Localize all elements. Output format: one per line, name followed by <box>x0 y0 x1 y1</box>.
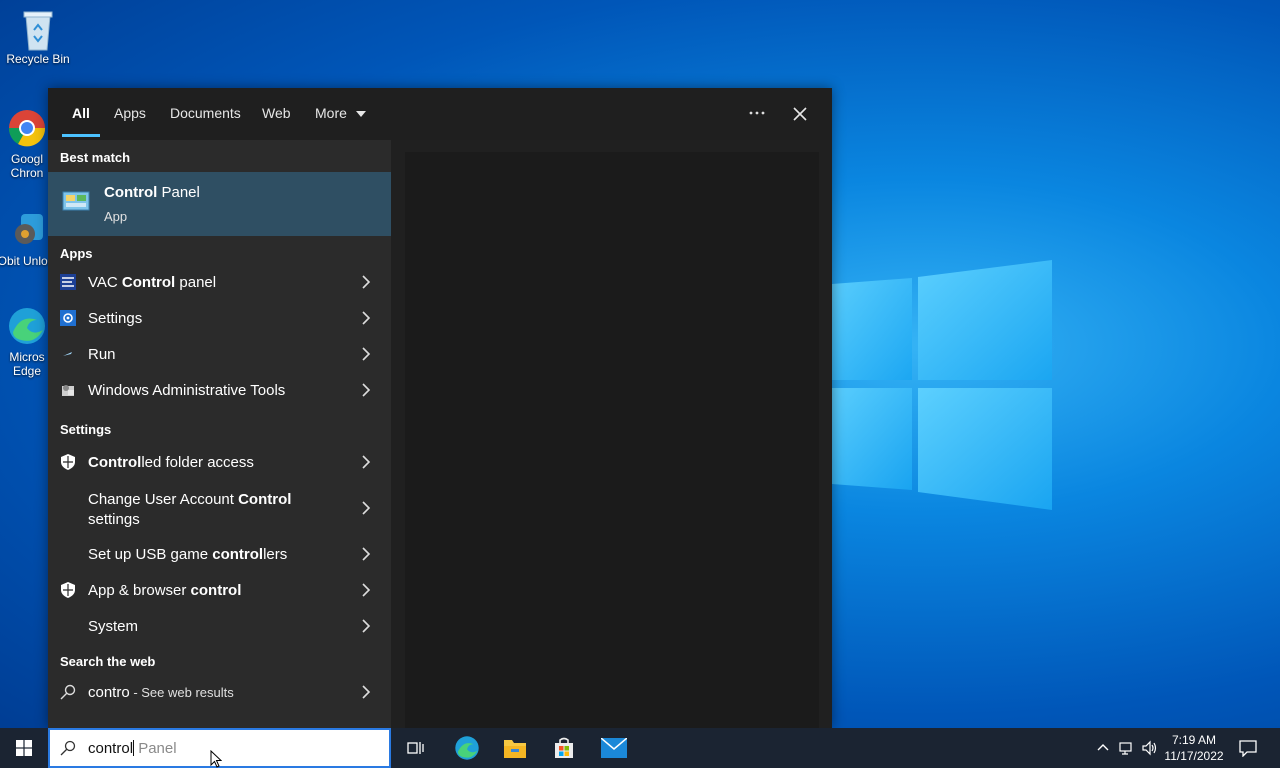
search-input-suggestion: Panel <box>134 740 177 757</box>
result-label: System <box>88 618 139 635</box>
result-windows-admin-tools[interactable]: Windows Administrative Tools <box>48 372 391 408</box>
file-explorer-icon[interactable] <box>503 737 527 759</box>
preview-pane <box>391 140 832 728</box>
windows-wallpaper-logo <box>832 260 1052 510</box>
recycle-bin-icon <box>18 8 58 51</box>
best-match-control-panel[interactable]: Control Panel App <box>48 172 391 236</box>
control-panel-icon <box>62 191 90 211</box>
apps-header: Apps <box>60 246 93 261</box>
tab-more[interactable]: More <box>315 105 366 121</box>
desktop-icon-label: Micros Edge <box>9 350 45 378</box>
more-options-icon[interactable] <box>748 110 766 116</box>
result-label: VAC Control panel <box>88 274 217 291</box>
result-vac-control-panel[interactable]: VAC Control panel <box>48 264 391 300</box>
chevron-right-icon <box>362 501 371 515</box>
result-system[interactable]: System <box>48 608 391 644</box>
result-run[interactable]: Run <box>48 336 391 372</box>
result-app-browser-control[interactable]: App & browser control <box>48 572 391 608</box>
chevron-right-icon <box>362 275 371 289</box>
microsoft-store-icon[interactable] <box>552 736 576 760</box>
result-change-uac-settings[interactable]: Change User Account Control settings <box>48 480 391 536</box>
chrome-icon <box>7 108 47 148</box>
result-label: Change User Account Control settings <box>88 491 292 528</box>
edge-taskbar-icon[interactable] <box>454 735 480 761</box>
system-clock[interactable]: 7:19 AM 11/17/2022 <box>1162 732 1226 764</box>
shield-icon <box>61 454 75 470</box>
search-panel: All Apps Documents Web More Best match C… <box>48 88 832 728</box>
mouse-cursor-icon <box>210 750 222 768</box>
tab-apps[interactable]: Apps <box>114 105 146 121</box>
result-label: Controlled folder access <box>88 454 254 471</box>
search-web-header: Search the web <box>60 654 156 669</box>
volume-icon[interactable] <box>1142 740 1158 756</box>
shield-icon <box>61 582 75 598</box>
vac-icon <box>60 274 76 290</box>
best-match-subtitle: App <box>104 209 128 224</box>
search-input[interactable]: control Panel <box>88 739 177 757</box>
action-center-icon[interactable] <box>1239 739 1257 757</box>
network-icon[interactable] <box>1119 740 1135 756</box>
search-icon <box>60 740 76 756</box>
result-controlled-folder-access[interactable]: Controlled folder access <box>48 444 391 480</box>
results-list: Best match Control Panel App Apps VAC Co… <box>48 140 391 728</box>
settings-header: Settings <box>60 422 112 437</box>
run-icon <box>63 352 72 356</box>
chevron-right-icon <box>362 547 371 561</box>
tab-documents[interactable]: Documents <box>170 105 241 121</box>
tab-all[interactable]: All <box>72 105 90 121</box>
edge-icon <box>7 306 47 346</box>
task-view-icon[interactable] <box>407 739 425 757</box>
best-match-title: Control Panel <box>104 184 200 201</box>
preview-area <box>405 152 819 728</box>
chevron-right-icon <box>362 383 371 397</box>
result-web-search[interactable]: contro - See web results <box>48 674 391 710</box>
search-input-typed: control <box>88 740 134 757</box>
clock-time: 7:19 AM <box>1171 733 1217 747</box>
active-tab-indicator <box>62 134 100 137</box>
search-icon <box>60 684 76 700</box>
taskbar-search-box[interactable]: control Panel <box>48 728 391 768</box>
caret-down-icon <box>355 111 366 117</box>
result-usb-game-controllers[interactable]: Set up USB game controllers <box>48 536 391 572</box>
chevron-right-icon <box>362 583 371 597</box>
tab-more-label: More <box>315 105 347 121</box>
admin-tools-icon <box>62 385 74 396</box>
desktop-icon-recycle-bin[interactable]: Recycle Bin <box>0 8 76 66</box>
result-label: Set up USB game controllers <box>88 546 288 563</box>
chevron-right-icon <box>362 311 371 325</box>
desktop-icon-label: Googl Chron <box>10 152 44 180</box>
chevron-right-icon <box>362 685 371 699</box>
iobit-unlocker-icon <box>7 210 47 250</box>
chevron-right-icon <box>362 347 371 361</box>
gear-icon <box>60 310 76 326</box>
result-settings[interactable]: Settings <box>48 300 391 336</box>
chevron-right-icon <box>362 619 371 633</box>
result-label: App & browser control <box>88 582 242 599</box>
close-icon[interactable] <box>792 106 808 122</box>
search-tabs: All Apps Documents Web More <box>48 88 832 140</box>
result-label: Run <box>88 346 116 363</box>
result-label: Windows Administrative Tools <box>88 382 286 399</box>
desktop-icon-label: Recycle Bin <box>6 52 70 66</box>
chevron-right-icon <box>362 455 371 469</box>
start-windows-icon[interactable] <box>16 740 32 756</box>
best-match-header: Best match <box>60 150 131 165</box>
tab-web[interactable]: Web <box>262 105 291 121</box>
mail-icon[interactable] <box>601 738 627 758</box>
result-label: contro - See web results <box>88 684 234 701</box>
show-hidden-icons-chevron-icon[interactable] <box>1097 743 1109 751</box>
result-label: Settings <box>88 310 143 327</box>
clock-date: 11/17/2022 <box>1164 749 1224 763</box>
